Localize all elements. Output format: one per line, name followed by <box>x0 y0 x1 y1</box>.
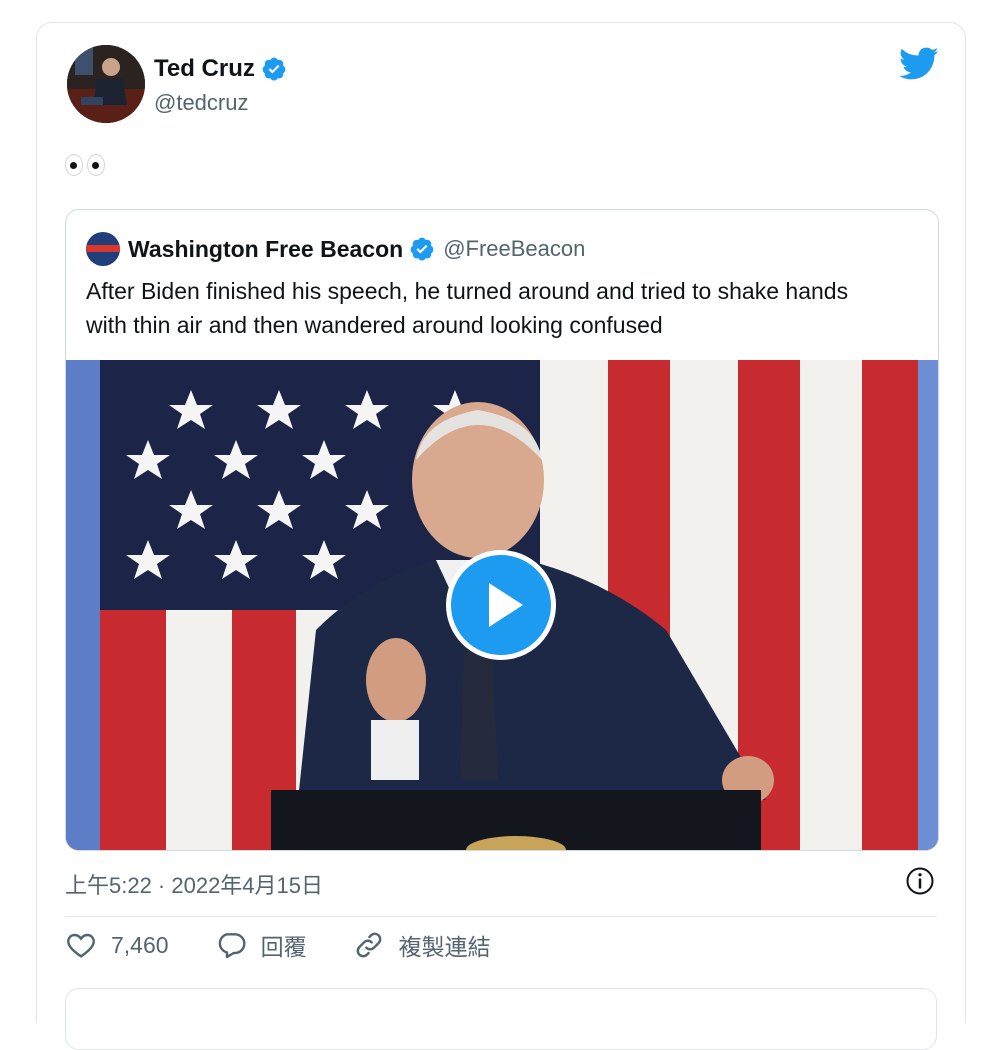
quoted-author-avatar <box>86 232 120 266</box>
quoted-author-name: Washington Free Beacon <box>128 235 404 262</box>
tweet-timestamp[interactable]: 上午5:22 · 2022年4月15日 <box>65 868 323 900</box>
copy-link-button[interactable]: 複製連結 <box>353 928 491 962</box>
quoted-tweet[interactable]: Washington Free Beacon @FreeBeacon After… <box>65 209 939 851</box>
twitter-bird-icon[interactable] <box>899 47 939 81</box>
tweet-card: Ted Cruz @tedcruz Washington Free Beacon… <box>36 22 966 1050</box>
author-name[interactable]: Ted Cruz <box>154 55 255 83</box>
divider <box>65 916 937 917</box>
reply-icon <box>218 933 246 959</box>
quoted-author-handle: @FreeBeacon <box>443 236 586 261</box>
heart-icon <box>67 933 95 958</box>
info-icon[interactable] <box>905 866 935 896</box>
reply-label: 回覆 <box>260 934 307 960</box>
reply-button[interactable]: 回覆 <box>215 928 307 962</box>
play-icon <box>489 583 523 627</box>
tweet-actions: 7,460 回覆 複製連結 <box>65 928 537 962</box>
verified-badge-icon <box>262 57 286 81</box>
link-icon <box>356 932 381 958</box>
author-handle[interactable]: @tedcruz <box>154 90 248 116</box>
tweet-text <box>65 151 105 183</box>
like-count: 7,460 <box>111 931 169 958</box>
verified-badge-icon <box>410 237 434 261</box>
eyes-emoji <box>65 154 105 176</box>
video-thumbnail[interactable] <box>66 360 938 850</box>
next-element-card[interactable] <box>65 988 937 1050</box>
author-avatar[interactable] <box>67 45 145 123</box>
play-button[interactable] <box>446 550 556 660</box>
like-button[interactable]: 7,460 <box>65 929 169 961</box>
copy-link-label: 複製連結 <box>398 934 491 960</box>
quoted-tweet-text: After Biden finished his speech, he turn… <box>86 278 849 338</box>
